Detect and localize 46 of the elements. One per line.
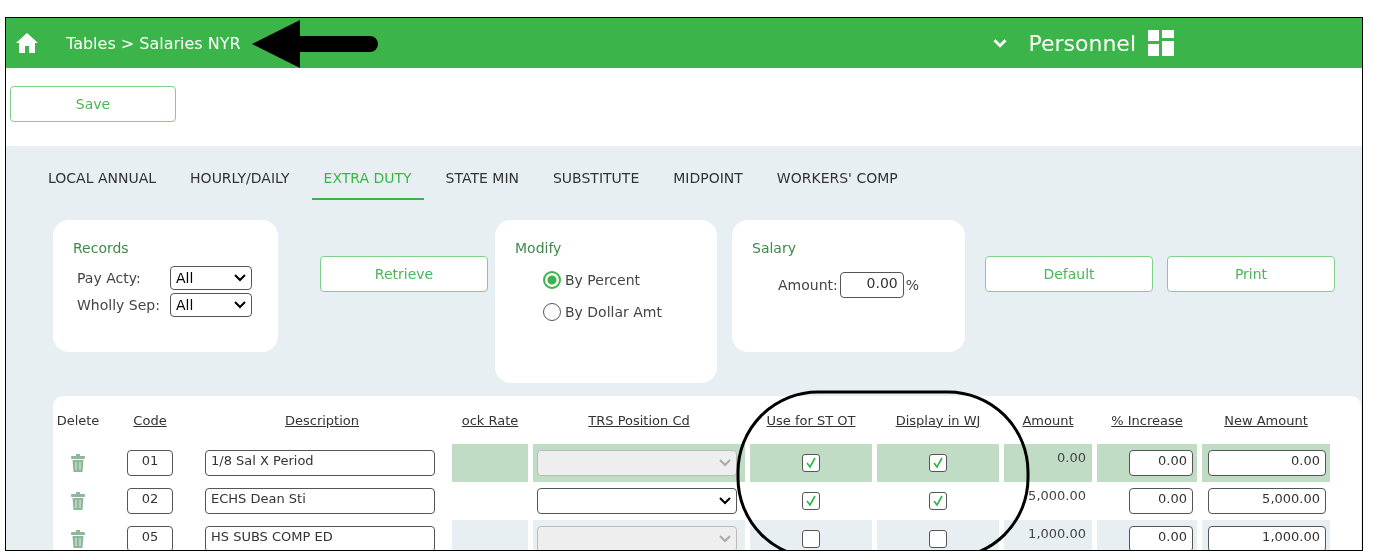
field-label: Wholly Sep: [77,296,161,313]
increase-field[interactable]: 0.00 [1129,488,1193,514]
new-amount-field[interactable]: 1,000.00 [1208,526,1326,550]
table-row[interactable]: 01 1/8 Sal X Period 0.00 0.00 0.00 [53,444,1361,482]
column-header[interactable]: TRS Position Cd [533,412,745,428]
increase-field[interactable]: 0.00 [1129,450,1193,476]
unit-label: % [905,277,920,293]
new-amount-field[interactable]: 5,000.00 [1208,488,1326,514]
description-field[interactable]: 1/8 Sal X Period [205,450,435,476]
column-header[interactable]: Display in WJ [877,412,999,428]
dropdown[interactable]: All [170,292,252,317]
amount-value: 5,000.00 [1028,488,1086,503]
column-header[interactable]: Use for ST OT [750,412,872,428]
column-header[interactable]: % Increase [1097,412,1197,428]
table-row[interactable]: 05 HS SUBS COMP ED 1,000.00 0.00 1,000.00 [53,520,1361,550]
column-header[interactable]: Code [108,412,192,428]
card-title: Modify [515,240,563,256]
code-field[interactable]: 02 [127,488,173,514]
tab[interactable]: WORKERS' COMP [764,166,910,198]
card-title: Records [73,240,130,256]
amount-field[interactable]: 0.00 [839,272,904,298]
tab[interactable]: SUBSTITUTE [541,166,652,198]
code-field[interactable]: 01 [127,450,173,476]
description-field[interactable]: HS SUBS COMP ED [205,526,435,550]
column-header[interactable]: ock Rate [452,412,528,428]
amount-value: 1,000.00 [1028,526,1086,541]
table-row[interactable]: 02 ECHS Dean Sti 5,000.00 0.00 5,000.00 [53,482,1361,520]
field-label: Amount: [778,277,838,293]
column-header[interactable]: New Amount [1202,412,1330,428]
column-header[interactable]: Amount [1004,412,1092,428]
radio-label[interactable]: By Dollar Amt [565,304,662,320]
tab[interactable]: STATE MIN [433,166,531,198]
tab[interactable]: HOURLY/DAILY [178,166,302,198]
code-field[interactable]: 05 [127,526,173,550]
tab[interactable]: MIDPOINT [661,166,755,198]
tab[interactable]: LOCAL ANNUAL [36,166,169,198]
increase-field[interactable]: 0.00 [1129,526,1193,550]
field-label: Pay Acty: [77,269,142,286]
radio-label[interactable]: By Percent [565,272,641,288]
card-title: Salary [752,240,797,256]
new-amount-field[interactable]: 0.00 [1208,450,1326,476]
dropdown[interactable]: All [170,265,252,290]
column-header: Delete [55,412,101,428]
amount-value: 0.00 [1057,450,1086,465]
description-field[interactable]: ECHS Dean Sti [205,488,435,514]
column-header[interactable]: Description [197,412,447,428]
